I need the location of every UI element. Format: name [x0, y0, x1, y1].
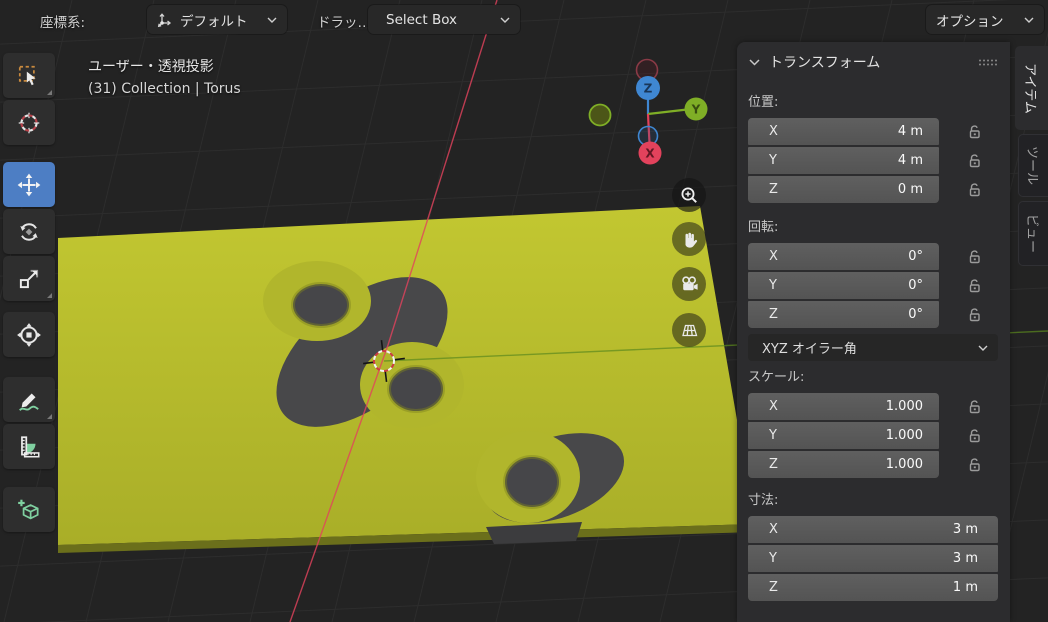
- cursor-tool-icon: [18, 112, 40, 133]
- tab-view[interactable]: ビュー: [1018, 201, 1048, 266]
- unlock-icon: [969, 250, 980, 264]
- tool-cursor[interactable]: [3, 100, 55, 145]
- unlock-icon: [969, 279, 980, 293]
- dimensions-section-label: 寸法:: [748, 493, 779, 508]
- torus-object[interactable]: [263, 261, 371, 341]
- select-mode-dropdown[interactable]: Select Box: [368, 5, 520, 34]
- zoom-button[interactable]: [672, 178, 706, 212]
- lock-rotation-y[interactable]: [967, 278, 983, 293]
- tab-tool[interactable]: ツール: [1018, 134, 1048, 197]
- panel-collapse-chevron[interactable]: [749, 58, 760, 66]
- tool-select-box[interactable]: [3, 53, 55, 98]
- chevron-down-icon: [500, 17, 510, 23]
- location-z-field[interactable]: Z 0 m: [748, 176, 939, 203]
- dimensions-z-field[interactable]: Z 1 m: [748, 574, 998, 601]
- lock-rotation-z[interactable]: [967, 307, 983, 322]
- lock-location-z[interactable]: [967, 182, 983, 197]
- magnifier-icon: [681, 187, 697, 203]
- axis-x-ball[interactable]: X: [638, 141, 662, 165]
- scale-x-field[interactable]: X 1.000: [748, 393, 939, 420]
- location-y-field[interactable]: Y 4 m: [748, 147, 939, 174]
- transform-icon: [17, 322, 41, 347]
- axis-neg-y-ball[interactable]: [588, 103, 612, 127]
- select-mode-value: Select Box: [386, 11, 458, 28]
- scale-z-field[interactable]: Z 1.000: [748, 451, 939, 478]
- tool-transform[interactable]: [3, 312, 55, 357]
- rotation-x-field[interactable]: X 0°: [748, 243, 939, 270]
- toggle-ortho-button[interactable]: [672, 313, 706, 347]
- chevron-down-icon: [978, 345, 988, 351]
- view-info-label: ユーザー・透視投影: [88, 59, 214, 75]
- rotation-z-field[interactable]: Z 0°: [748, 301, 939, 328]
- tool-annotate[interactable]: [3, 377, 55, 422]
- unlock-icon: [969, 125, 980, 139]
- lock-rotation-x[interactable]: [967, 249, 983, 264]
- add-cube-icon: [18, 499, 39, 519]
- location-section-label: 位置:: [748, 95, 779, 110]
- dimensions-x-field[interactable]: X 3 m: [748, 516, 998, 543]
- unlock-icon: [969, 154, 980, 168]
- orientation-value: デフォルト: [180, 13, 248, 30]
- lock-location-y[interactable]: [967, 153, 983, 168]
- tool-rotate[interactable]: [3, 209, 55, 254]
- location-x-field[interactable]: X 4 m: [748, 118, 939, 145]
- move-icon: [17, 173, 41, 196]
- dimensions-y-field[interactable]: Y 3 m: [748, 545, 998, 572]
- rotation-section-label: 回転:: [748, 220, 779, 235]
- unlock-icon: [969, 429, 980, 443]
- tool-scale[interactable]: [3, 256, 55, 301]
- camera-icon: [682, 276, 698, 291]
- tool-add-cube[interactable]: [3, 487, 55, 532]
- lock-scale-x[interactable]: [967, 399, 983, 414]
- select-box-icon: [18, 65, 36, 85]
- annotate-icon: [19, 393, 39, 411]
- chevron-down-icon: [1024, 17, 1034, 23]
- navigation-gizmo[interactable]: Z Y X: [575, 45, 715, 170]
- tab-item[interactable]: アイテム: [1015, 46, 1048, 130]
- tool-measure[interactable]: [3, 424, 55, 469]
- rotate-icon: [20, 222, 38, 241]
- svg-text:Y: Y: [691, 103, 701, 117]
- transform-panel: トランスフォーム 位置: X 4 m Y 4 m Z 0 m 回転: X 0° …: [737, 42, 1010, 622]
- measure-icon: [21, 435, 40, 458]
- orientation-icon: [157, 12, 172, 27]
- orientation-dropdown[interactable]: デフォルト: [147, 5, 287, 34]
- lock-scale-y[interactable]: [967, 428, 983, 443]
- axis-y-ball[interactable]: Y: [684, 97, 708, 121]
- camera-view-button[interactable]: [672, 267, 706, 301]
- scale-section-label: スケール:: [748, 370, 805, 385]
- hand-icon: [685, 232, 698, 248]
- unlock-icon: [969, 458, 980, 472]
- tool-move[interactable]: [3, 162, 55, 207]
- chevron-down-icon: [267, 17, 277, 23]
- unlock-icon: [969, 400, 980, 414]
- lock-scale-z[interactable]: [967, 457, 983, 472]
- unlock-icon: [969, 308, 980, 322]
- lock-location-x[interactable]: [967, 124, 983, 139]
- drag-label: ドラッ…: [317, 15, 371, 31]
- coordinate-system-label: 座標系:: [40, 15, 86, 31]
- active-object-label: (31) Collection | Torus: [88, 81, 241, 97]
- panel-title: トランスフォーム: [769, 55, 881, 71]
- scale-icon: [19, 269, 39, 288]
- options-value: オプション: [936, 13, 1004, 30]
- unlock-icon: [969, 183, 980, 197]
- rotation-mode-dropdown[interactable]: XYZ オイラー角: [748, 334, 998, 361]
- blender-window: 座標系: デフォルト ドラッ… Select Box オプション ユーザー・透視…: [0, 0, 1048, 622]
- svg-text:Z: Z: [644, 82, 653, 96]
- svg-text:X: X: [645, 147, 655, 161]
- pan-button[interactable]: [672, 222, 706, 256]
- rotation-y-field[interactable]: Y 0°: [748, 272, 939, 299]
- options-dropdown[interactable]: オプション: [926, 5, 1044, 34]
- panel-drag-grip[interactable]: [978, 58, 998, 67]
- scale-y-field[interactable]: Y 1.000: [748, 422, 939, 449]
- torus-object[interactable]: [476, 431, 580, 523]
- axis-z-ball[interactable]: Z: [636, 76, 660, 100]
- grid-icon: [682, 324, 698, 337]
